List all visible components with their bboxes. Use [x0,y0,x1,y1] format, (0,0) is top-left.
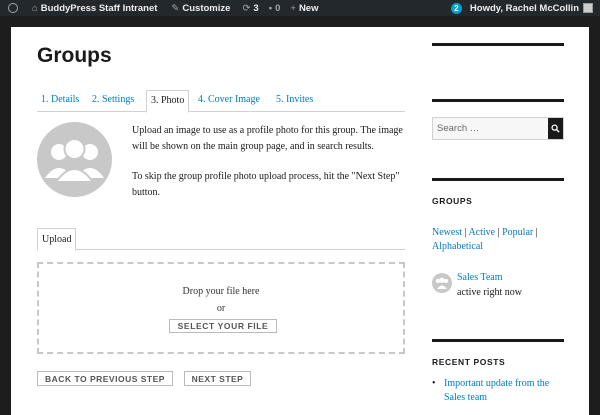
recent-posts-title: RECENT POSTS [432,357,506,367]
updates-link[interactable]: ⟳ 3 [238,0,262,16]
sidebar-divider [432,339,564,342]
page-content: Groups 1. Details 2. Settings 3. Photo 4… [11,27,589,415]
instruction-text: Upload an image to use as a profile phot… [132,125,403,152]
tab-details[interactable]: 1. Details [41,94,79,105]
upload-tabs: Upload [37,228,405,251]
new-content-link[interactable]: + New [286,0,322,16]
search-button[interactable] [548,118,563,139]
search-input[interactable] [433,118,548,139]
drop-text: Drop your file here [182,286,260,297]
wordpress-logo-icon [8,3,18,13]
comment-icon: ▪ [268,2,273,14]
recent-posts-list: Important update from the Sales team [432,377,564,405]
filter-popular[interactable]: Popular [502,227,533,238]
comments-link[interactable]: ▪ 0 [265,0,285,16]
home-icon: ⌂ [32,2,38,14]
account-greeting[interactable]: Howdy, Rachel McCollin [470,3,579,14]
group-avatar[interactable] [432,273,452,293]
sidebar-divider [432,43,564,46]
search-icon [551,124,560,133]
search-form [432,117,564,140]
site-name-link[interactable]: ⌂ BuddyPress Staff Intranet [28,0,161,16]
filter-separator: | [535,227,538,238]
user-avatar[interactable] [583,3,593,13]
filter-newest[interactable]: Newest [432,227,462,238]
file-dropzone[interactable]: Drop your file here or SELECT YOUR FILE [37,262,405,354]
next-step-button[interactable]: NEXT STEP [184,371,251,386]
groups-widget-title: GROUPS [432,196,473,206]
tab-settings[interactable]: 2. Settings [92,94,134,105]
wordpress-logo-menu[interactable] [0,0,28,16]
recent-post-link[interactable]: Important update from the Sales team [432,377,564,405]
group-creation-tabs: 1. Details 2. Settings 3. Photo 4. Cover… [37,90,405,113]
previous-step-button[interactable]: BACK TO PREVIOUS STEP [37,371,173,386]
drop-or-text: or [216,303,226,314]
group-people-icon [45,138,104,183]
sidebar-divider [432,178,564,181]
filter-alphabetical[interactable]: Alphabetical [432,241,483,252]
groups-filter-links: Newest | Active | Popular | Alphabetical [432,226,564,254]
group-avatar-placeholder [37,122,112,197]
updates-icon: ⟳ [242,2,251,14]
notifications-badge[interactable]: 2 [450,2,462,14]
tab-photo[interactable]: 3. Photo [146,90,190,113]
customize-link[interactable]: ✎ Customize [167,0,234,16]
select-file-button[interactable]: SELECT YOUR FILE [169,319,277,333]
tab-invites[interactable]: 5. Invites [276,94,313,105]
photo-instructions: Upload an image to use as a profile phot… [132,123,404,200]
admin-bar: ⌂ BuddyPress Staff Intranet ✎ Customize … [0,0,600,16]
page-title: Groups [37,44,112,67]
group-activity-status: active right now [457,287,522,298]
tab-upload[interactable]: Upload [37,228,77,251]
sidebar: GROUPS Newest | Active | Popular | Alpha… [432,27,564,415]
brush-icon: ✎ [171,2,180,14]
plus-icon: + [290,2,296,14]
skip-instruction-text: To skip the group profile photo upload p… [132,171,400,198]
group-people-icon [435,277,449,289]
filter-active[interactable]: Active [468,227,495,238]
group-name-link[interactable]: Sales Team [457,272,503,283]
tab-cover-image[interactable]: 4. Cover Image [198,94,260,105]
sidebar-divider [432,99,564,102]
admin-bar-right: 2 Howdy, Rachel McCollin [450,0,600,16]
